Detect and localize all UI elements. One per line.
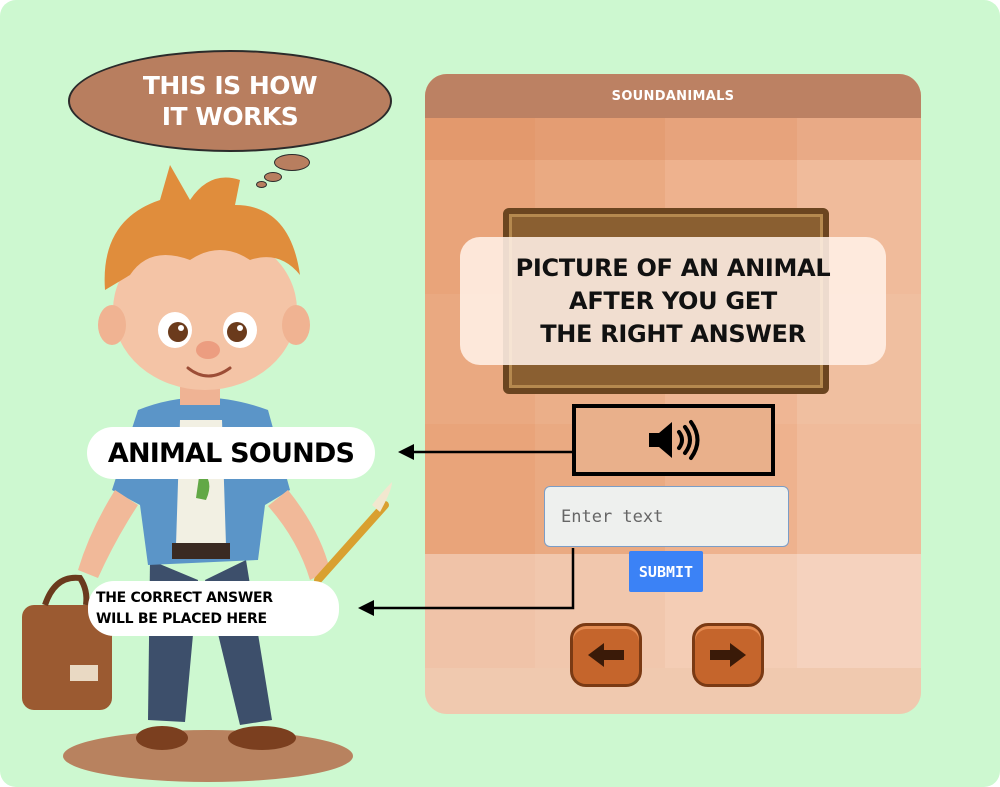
answer-pointer-arrowhead [358, 600, 374, 616]
answer-pointer-line [372, 548, 575, 610]
sound-pointer-arrowhead [398, 444, 414, 460]
tutorial-canvas: THIS IS HOW IT WORKS SOUNDANIMALS PICTUR… [0, 0, 1000, 787]
annotation-arrows [358, 444, 575, 616]
